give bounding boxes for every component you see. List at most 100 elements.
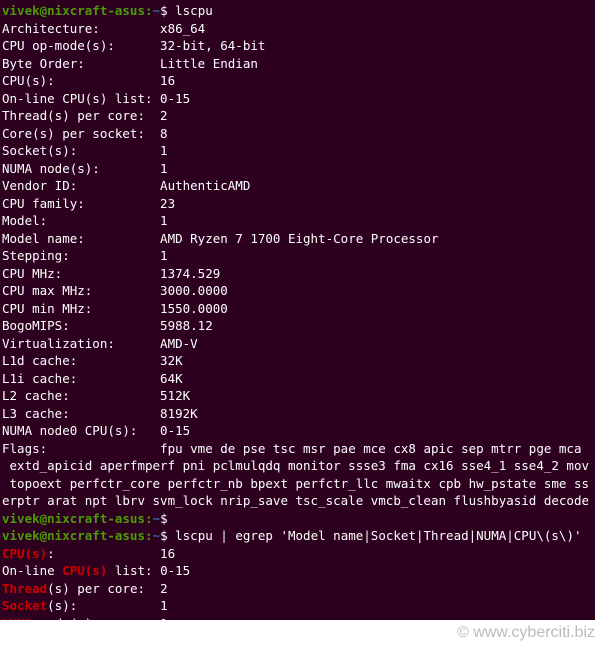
output-row: Vendor ID: AuthenticAMD: [2, 178, 250, 193]
output-row: CPU min MHz: 1550.0000: [2, 301, 228, 316]
output-row: NUMA node(s): 1: [2, 161, 168, 176]
output-row: Model name: AMD Ryzen 7 1700 Eight-Core …: [2, 231, 439, 246]
field-label: BogoMIPS:: [2, 317, 153, 335]
field-value: 1: [160, 248, 168, 263]
field-value: 0-15: [160, 91, 190, 106]
output-row: Model: 1: [2, 213, 168, 228]
field-value: 23: [160, 196, 175, 211]
field-value: 32K: [160, 353, 183, 368]
field-value: 16: [160, 546, 175, 561]
field-label: CPU family:: [2, 195, 153, 213]
field-value: 1: [160, 161, 168, 176]
field-label: Flags:: [2, 440, 153, 458]
match-highlight: Thread: [2, 581, 47, 596]
field-label: Byte Order:: [2, 55, 153, 73]
match-highlight: NUMA: [2, 616, 32, 621]
field-value: 8192K: [160, 406, 198, 421]
field-label: NUMA node0 CPU(s):: [2, 422, 153, 440]
output-row: On-line CPU(s) list: 0-15: [2, 91, 190, 106]
field-label: Architecture:: [2, 20, 153, 38]
watermark: © www.cyberciti.biz: [0, 620, 599, 642]
output-row: Flags: fpu vme de pse tsc msr pae mce cx…: [2, 441, 589, 456]
command-lscpu: lscpu: [175, 3, 213, 18]
match-highlight: Socket: [2, 598, 47, 613]
output-row: L1i cache: 64K: [2, 371, 183, 386]
output-row: Thread(s) per core: 2: [2, 581, 168, 596]
field-value: 64K: [160, 371, 183, 386]
output-row: Architecture: x86_64: [2, 21, 205, 36]
field-label: L1d cache:: [2, 352, 153, 370]
field-label: L2 cache:: [2, 387, 153, 405]
output-row: CPU op-mode(s): 32-bit, 64-bit: [2, 38, 265, 53]
field-label: Model name:: [2, 230, 153, 248]
field-value: 1: [160, 143, 168, 158]
line: vivek@nixcraft-asus:~$ lscpu | egrep 'Mo…: [2, 528, 582, 543]
output-row: CPU(s): 16: [2, 546, 175, 561]
output-row: CPU(s): 16: [2, 73, 175, 88]
field-label: Core(s) per socket:: [2, 125, 153, 143]
field-label: Stepping:: [2, 247, 153, 265]
field-value: AuthenticAMD: [160, 178, 250, 193]
prompt-sep: :: [145, 3, 153, 18]
prompt-user-host: vivek@nixcraft-asus: [2, 3, 145, 18]
field-value: 1550.0000: [160, 301, 228, 316]
field-value: 512K: [160, 388, 190, 403]
field-value: 8: [160, 126, 168, 141]
field-label: On-line CPU(s) list:: [2, 90, 153, 108]
line: vivek@nixcraft-asus:~$: [2, 511, 168, 526]
field-label: CPU op-mode(s):: [2, 37, 153, 55]
field-value: 1: [160, 213, 168, 228]
terminal[interactable]: vivek@nixcraft-asus:~$ lscpu Architectur…: [0, 0, 595, 620]
match-highlight: CPU(s): [2, 546, 47, 561]
output-row: Stepping: 1: [2, 248, 168, 263]
flags-line: fpu vme de pse tsc msr pae mce cx8 apic …: [160, 441, 589, 456]
field-value: x86_64: [160, 21, 205, 36]
match-highlight: CPU(s): [62, 563, 107, 578]
field-label: CPU(s):: [2, 72, 153, 90]
field-value: AMD-V: [160, 336, 198, 351]
output-row: Virtualization: AMD-V: [2, 336, 198, 351]
field-value: 1374.529: [160, 266, 220, 281]
flags-line: extd_apicid aperfmperf pni pclmulqdq mon…: [2, 458, 589, 473]
output-row: NUMA node0 CPU(s): 0-15: [2, 423, 190, 438]
field-value: 5988.12: [160, 318, 213, 333]
field-value: 1: [160, 616, 168, 621]
output-row: CPU MHz: 1374.529: [2, 266, 220, 281]
field-value: 3000.0000: [160, 283, 228, 298]
output-row: Socket(s): 1: [2, 598, 168, 613]
flags-line: erptr arat npt lbrv svm_lock nrip_save t…: [2, 493, 589, 508]
output-row: Socket(s): 1: [2, 143, 168, 158]
flags-line: topoext perfctr_core perfctr_nb bpext pe…: [2, 476, 589, 491]
flags-output: Flags: fpu vme de pse tsc msr pae mce cx…: [2, 441, 589, 509]
output-row: Thread(s) per core: 2: [2, 108, 168, 123]
field-label: CPU max MHz:: [2, 282, 153, 300]
field-value: 32-bit, 64-bit: [160, 38, 265, 53]
field-label: CPU min MHz:: [2, 300, 153, 318]
field-label: CPU MHz:: [2, 265, 153, 283]
field-label: Virtualization:: [2, 335, 153, 353]
output-row: L2 cache: 512K: [2, 388, 190, 403]
field-value: 1: [160, 598, 168, 613]
line: vivek@nixcraft-asus:~$ lscpu: [2, 3, 213, 18]
field-label: Socket(s):: [2, 142, 153, 160]
output-row: CPU family: 23: [2, 196, 175, 211]
output-row: Core(s) per socket: 8: [2, 126, 168, 141]
output-row: On-line CPU(s) list: 0-15: [2, 563, 190, 578]
output-row: Byte Order: Little Endian: [2, 56, 258, 71]
output-row: CPU max MHz: 3000.0000: [2, 283, 228, 298]
field-label: Model:: [2, 212, 153, 230]
output-row: NUMA node(s): 1: [2, 616, 168, 621]
field-label: L1i cache:: [2, 370, 153, 388]
command-egrep: lscpu | egrep 'Model name|Socket|Thread|…: [175, 528, 581, 543]
prompt-path: ~: [153, 3, 161, 18]
output-row: BogoMIPS: 5988.12: [2, 318, 213, 333]
field-label: NUMA node(s):: [2, 160, 153, 178]
output-row: L3 cache: 8192K: [2, 406, 198, 421]
field-value: 0-15: [160, 563, 190, 578]
field-label: L3 cache:: [2, 405, 153, 423]
field-value: AMD Ryzen 7 1700 Eight-Core Processor: [160, 231, 438, 246]
output-row: L1d cache: 32K: [2, 353, 183, 368]
field-value: Little Endian: [160, 56, 258, 71]
field-value: 2: [160, 108, 168, 123]
field-value: 16: [160, 73, 175, 88]
